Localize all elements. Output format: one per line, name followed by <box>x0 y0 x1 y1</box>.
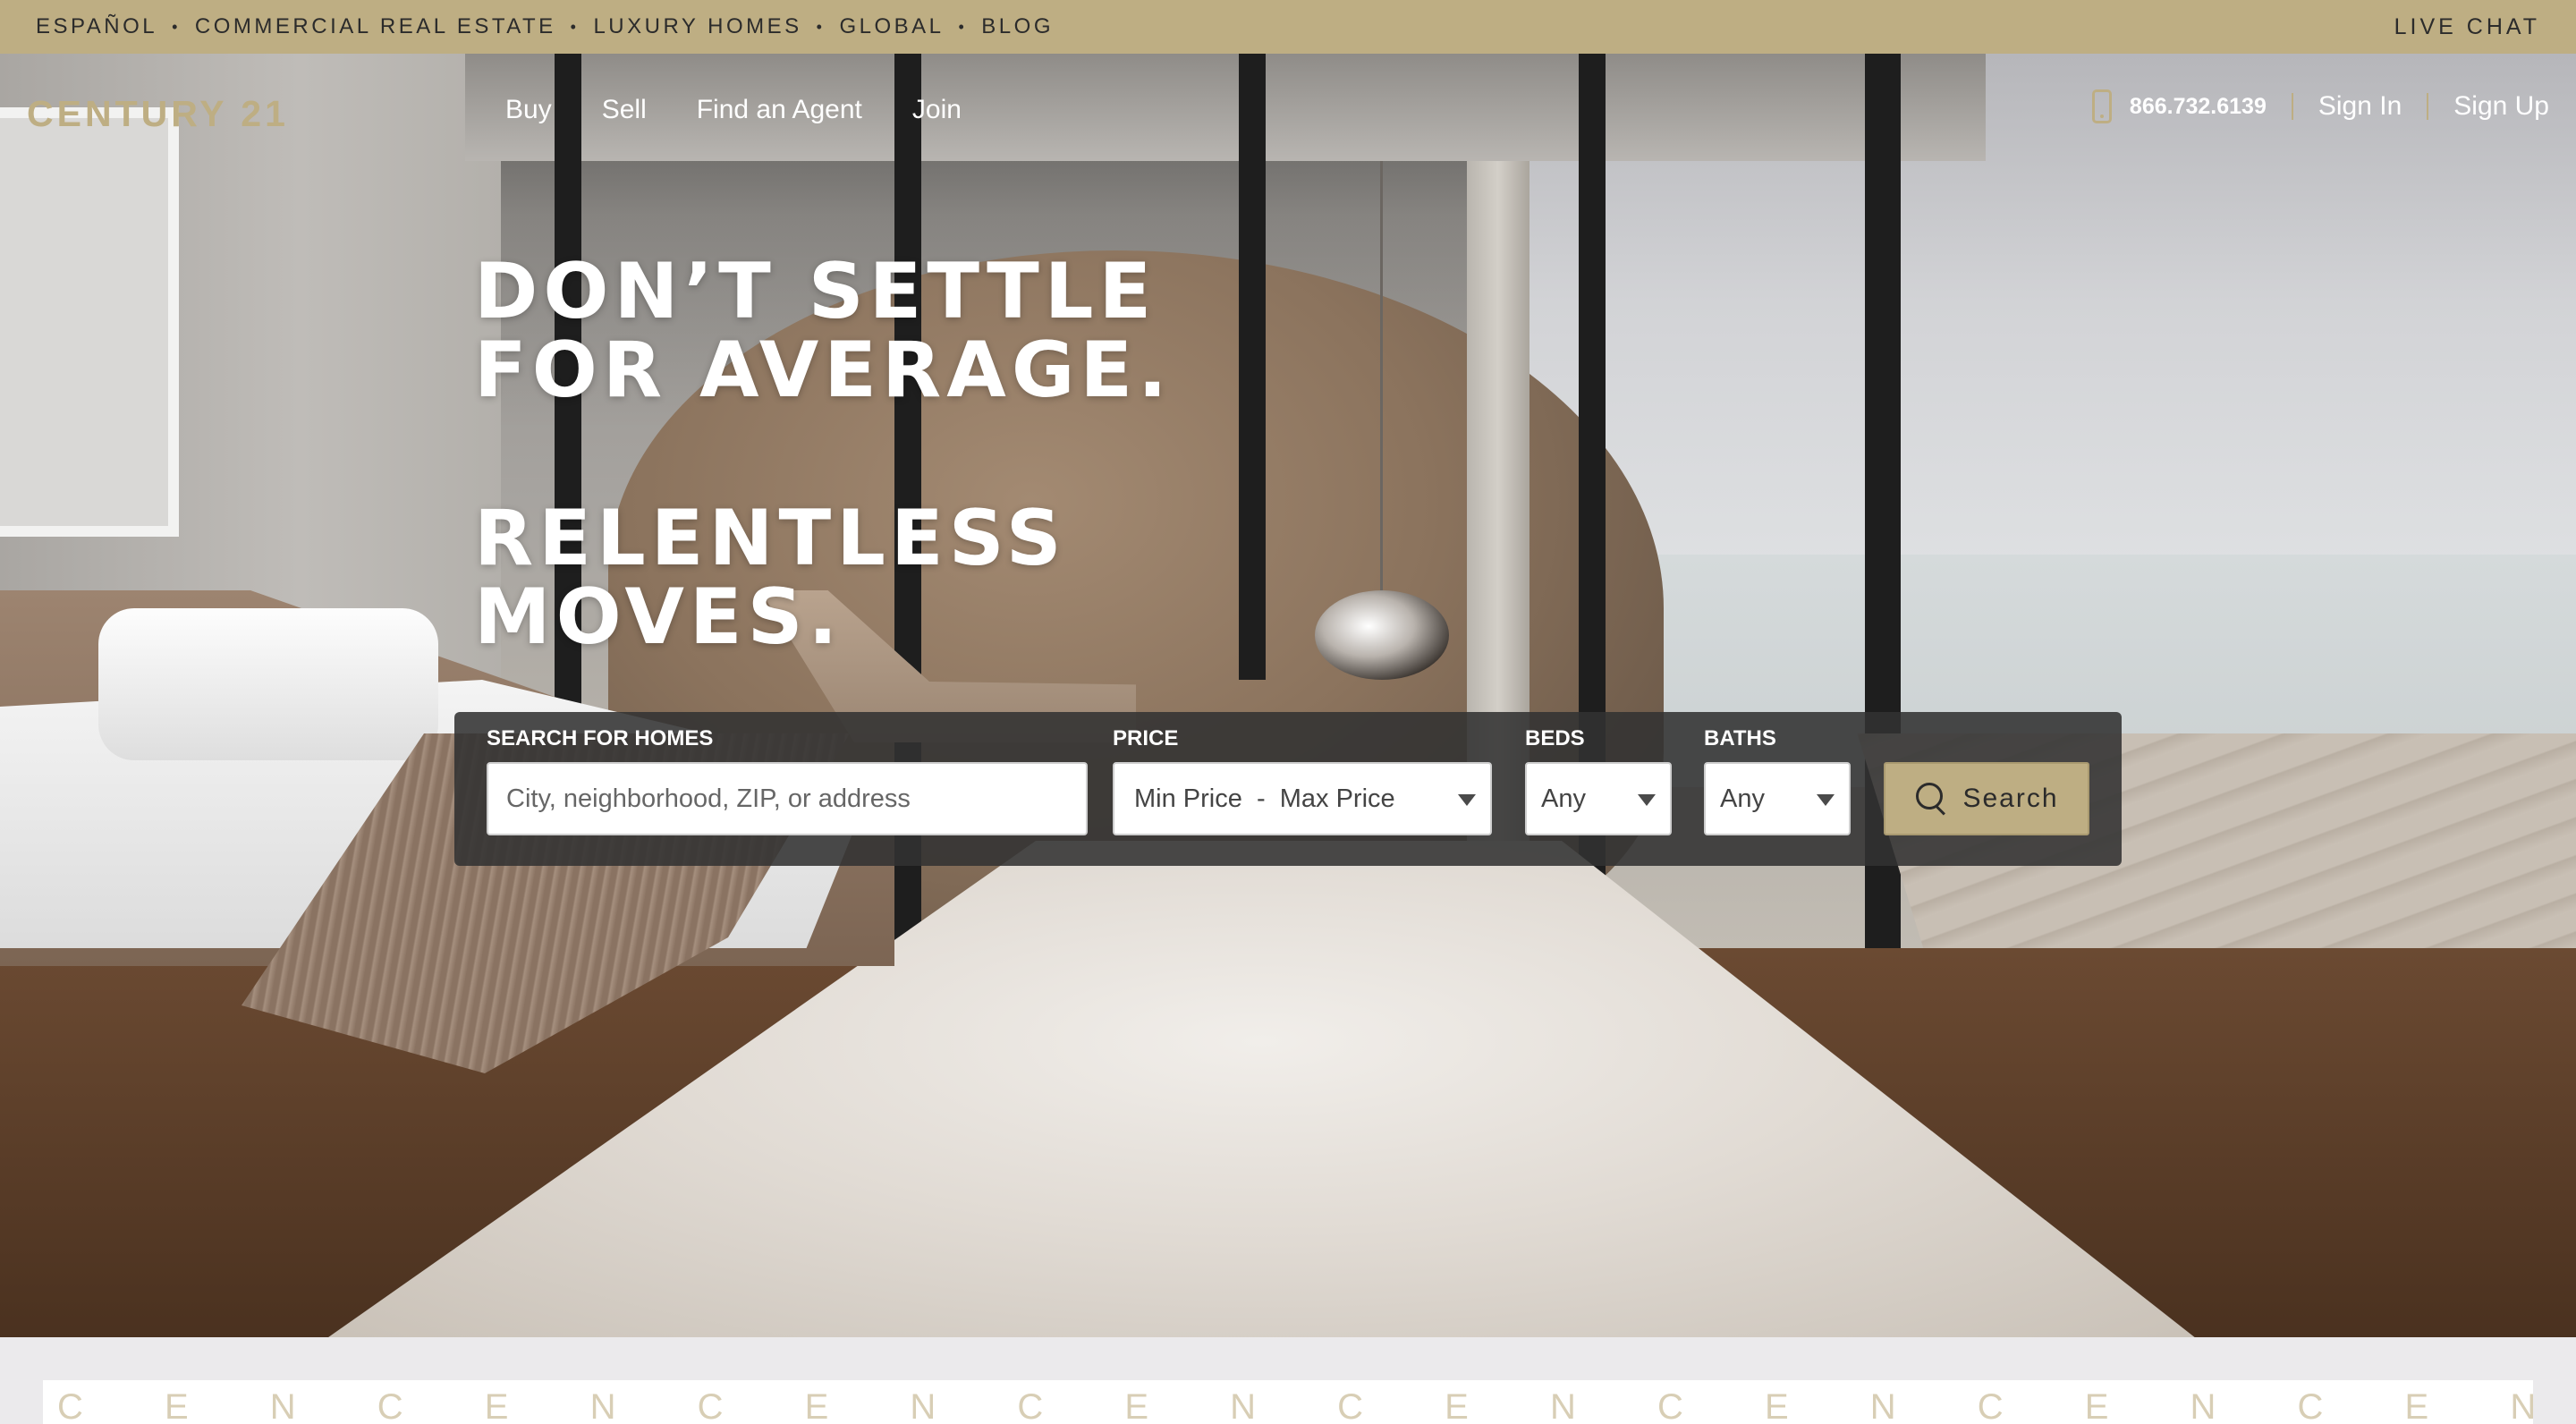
beds-label: BEDS <box>1525 726 1585 750</box>
search-location-label: SEARCH FOR HOMES <box>487 726 714 750</box>
search-button[interactable]: Search <box>1884 762 2089 835</box>
utility-link-espanol[interactable]: ESPAÑOL <box>36 14 157 39</box>
baths-label: BATHS <box>1704 726 1776 750</box>
century21-logo[interactable]: CENTURY 21 <box>27 93 289 135</box>
main-nav: Buy Sell Find an Agent Join <box>505 95 962 125</box>
beds-select[interactable]: Any <box>1525 762 1672 835</box>
baths-select[interactable]: Any <box>1704 762 1851 835</box>
price-select-value: Min Price - Max Price <box>1134 784 1395 813</box>
chevron-down-icon <box>1458 794 1476 806</box>
nav-find-an-agent[interactable]: Find an Agent <box>697 95 862 125</box>
utility-links: ESPAÑOL • COMMERCIAL REAL ESTATE • LUXUR… <box>36 14 1054 39</box>
nav-buy[interactable]: Buy <box>505 95 552 125</box>
home-search-panel: SEARCH FOR HOMES PRICE Min Price - Max P… <box>454 712 2122 866</box>
phone-number[interactable]: 866.732.6139 <box>2130 94 2267 120</box>
price-label: PRICE <box>1113 726 1179 750</box>
hero-pillows <box>98 608 438 760</box>
hero-wall-art <box>0 107 179 537</box>
phone-icon <box>2091 89 2112 123</box>
utility-bar: ESPAÑOL • COMMERCIAL REAL ESTATE • LUXUR… <box>0 0 2576 54</box>
utility-link-blog[interactable]: BLOG <box>981 14 1054 39</box>
hero-lamp-wire <box>1380 161 1383 590</box>
nav-sell[interactable]: Sell <box>602 95 647 125</box>
headline-line: FOR AVERAGE. <box>474 326 1173 415</box>
header-account: 866.732.6139 Sign In Sign Up <box>2091 89 2549 123</box>
headline-line: RELENTLESS <box>474 494 1067 583</box>
utility-link-global[interactable]: GLOBAL <box>839 14 944 39</box>
sign-up-link[interactable]: Sign Up <box>2453 91 2549 122</box>
c21-pattern-band: C E N C E N C E N C E N C E N C E N C E … <box>43 1380 2533 1424</box>
live-chat-link[interactable]: LIVE CHAT <box>2394 14 2540 40</box>
utility-separator: • <box>570 17 580 36</box>
hero-pendant-lamp <box>1315 590 1449 680</box>
utility-link-commercial-real-estate[interactable]: COMMERCIAL REAL ESTATE <box>195 14 556 39</box>
beds-select-value: Any <box>1541 784 1586 813</box>
price-select[interactable]: Min Price - Max Price <box>1113 762 1492 835</box>
header-divider <box>2427 93 2429 120</box>
hero-window-frame <box>1865 54 1901 1020</box>
chevron-down-icon <box>1638 794 1656 806</box>
utility-separator: • <box>958 17 968 36</box>
main-header: CENTURY 21 Buy Sell Find an Agent Join 8… <box>0 54 2576 170</box>
utility-link-luxury-homes[interactable]: LUXURY HOMES <box>593 14 801 39</box>
chevron-down-icon <box>1817 794 1835 806</box>
baths-select-value: Any <box>1720 784 1765 813</box>
headline-line: DON’T SETTLE <box>474 247 1157 336</box>
nav-join[interactable]: Join <box>912 95 962 125</box>
content-section: C E N C E N C E N C E N C E N C E N C E … <box>0 1337 2576 1424</box>
search-button-label: Search <box>1962 784 2059 813</box>
utility-separator: • <box>816 17 826 36</box>
utility-separator: • <box>172 17 181 36</box>
search-location-input[interactable] <box>487 762 1088 835</box>
search-icon <box>1914 781 1950 817</box>
headline-line: MOVES. <box>474 572 843 662</box>
header-divider <box>2291 93 2293 120</box>
sign-in-link[interactable]: Sign In <box>2318 91 2402 122</box>
hero-headline: DON’T SETTLE FOR AVERAGE. RELENTLESS MOV… <box>474 252 1173 657</box>
hero-image <box>0 54 2576 1337</box>
